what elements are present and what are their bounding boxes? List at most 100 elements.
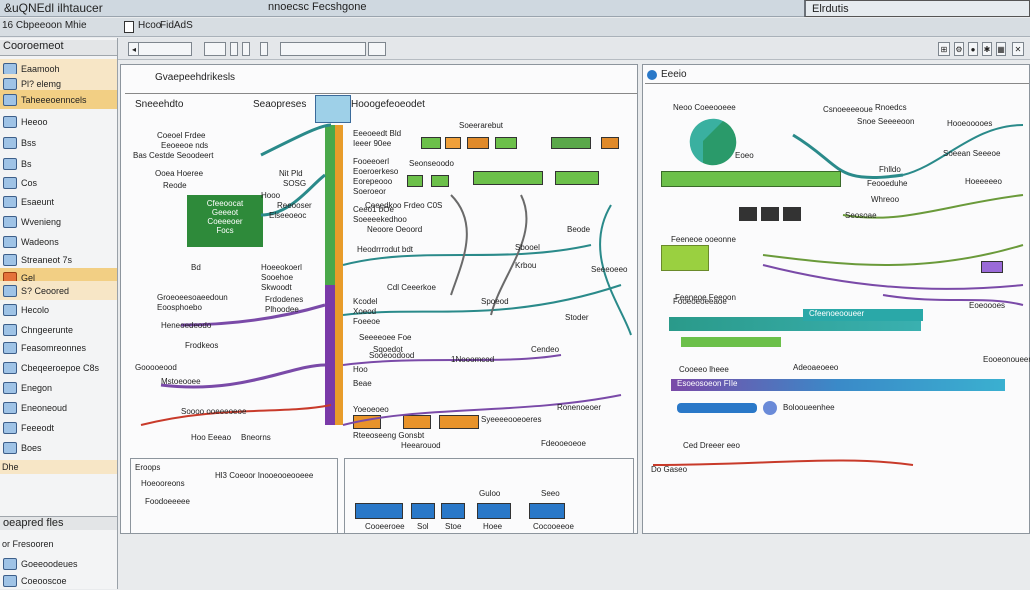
device-icon (3, 574, 17, 587)
toolbar-field-2[interactable] (280, 42, 366, 56)
bar-green-1[interactable] (661, 171, 841, 187)
chip-green-7[interactable] (555, 171, 599, 185)
label-44: Ronenoeoer (557, 403, 602, 412)
label-13: Seonseoodo (409, 159, 454, 168)
sidebar-item-2[interactable]: Bs (0, 154, 117, 173)
toolbar-btn-3[interactable] (242, 42, 250, 56)
gear-icon[interactable]: ✱ (982, 42, 992, 56)
chip-dark-2[interactable] (761, 207, 779, 221)
chip-blue-3[interactable] (441, 503, 465, 519)
label-32: Foeeoe (353, 317, 381, 326)
toolbar-field[interactable] (138, 42, 192, 56)
sidebar-item-9[interactable]: Chngeerunte (0, 320, 117, 339)
sidebar-item-5[interactable]: Wvenieng (0, 212, 117, 231)
sidebar-item-12[interactable]: Enegon (0, 378, 117, 397)
connector-block[interactable] (315, 95, 351, 123)
chip-green-2[interactable] (495, 137, 517, 149)
chip-orange-4[interactable] (353, 415, 381, 429)
sidebar-item-13[interactable]: Eneoneoud (0, 398, 117, 417)
chip-orange-3[interactable] (601, 137, 619, 149)
sidebar-item-10[interactable]: Feasomreonnes (0, 338, 117, 357)
folder-icon (3, 93, 17, 106)
sidebar-item-label: Wvenieng (21, 216, 62, 227)
title-right-box[interactable]: Elrdutis (804, 0, 1030, 17)
sidebar-item-14[interactable]: Feeeodt (0, 418, 117, 437)
sidebar-item-1[interactable]: Bss (0, 133, 117, 152)
label-19: Sbooel (515, 243, 540, 252)
label-22: Sooehoe (261, 273, 294, 282)
chip-blue-2[interactable] (411, 503, 435, 519)
label-18: Beode (567, 225, 591, 234)
chip-green-5[interactable] (431, 175, 449, 187)
chip-dark-3[interactable] (783, 207, 801, 221)
b-label-10: Cocooeeoe (533, 522, 574, 531)
note-1: Reeooser (277, 201, 312, 210)
grid-icon[interactable]: ▦ (996, 42, 1006, 56)
r-label-18: Bolooueenhee (783, 403, 835, 412)
col2-header: Seaopreses (253, 99, 307, 110)
toolbar-btn-5[interactable] (368, 42, 386, 56)
sidebar-item-label: Dhe (2, 462, 19, 472)
chip-orange-6[interactable] (439, 415, 479, 429)
chip-blue-5[interactable] (529, 503, 565, 519)
green-module[interactable]: Cfeeoocat Geeeot Coeeeoer Focs (187, 195, 263, 247)
menu-label[interactable]: nnoecsc Fecshgone (268, 1, 366, 13)
label-49: Seeeoeeo (591, 265, 628, 274)
zoom-icon[interactable]: ⊞ (938, 42, 950, 56)
toolbar-btn-4[interactable] (260, 42, 268, 56)
tab-hcoo[interactable]: Hcoo (138, 20, 161, 31)
chip-green-1[interactable] (421, 137, 441, 149)
row-4: Seeeeoee Foe (359, 333, 412, 342)
tab-fidads[interactable]: FidAdS (160, 20, 193, 31)
sidebar-group-1[interactable]: S? Ceoored (0, 281, 117, 300)
bar-green-3[interactable] (681, 337, 781, 347)
label-3: Ooea Hoeree (155, 169, 204, 178)
circle-icon[interactable]: ● (968, 42, 978, 56)
sidebar-item-8[interactable]: Hecolo (0, 300, 117, 319)
toolbar-btn-1[interactable] (204, 42, 226, 56)
chip-blue-1[interactable] (355, 503, 403, 519)
label-12: Soeroeor (353, 187, 386, 196)
sidebar-item-6[interactable]: Wadeons (0, 232, 117, 251)
chip-purple-1[interactable] (981, 261, 1003, 273)
sidebar-header: Cooroemeot (0, 40, 117, 56)
node-blue[interactable] (763, 401, 777, 415)
chip-green-3[interactable] (551, 137, 591, 149)
toolbar-btn-2[interactable] (230, 42, 238, 56)
label-41: Soooo ooeeeoeoe (181, 407, 247, 416)
chip-green-6[interactable] (473, 171, 543, 185)
chip-orange-5[interactable] (403, 415, 431, 429)
device-icon (3, 441, 17, 454)
sidebar-footer-2[interactable]: or Fresooren (0, 534, 117, 553)
teal-label: Cfeenoeooueer (803, 309, 923, 321)
label-47: Fdeooeoeoe (541, 439, 586, 448)
sidebar-footer-4[interactable]: Coeooscoe (0, 571, 117, 590)
sidebar-item-15[interactable]: Boes (0, 438, 117, 457)
app-title: &uQNEdl ilhtaucer (4, 1, 103, 15)
chip-dark-1[interactable] (739, 207, 757, 221)
chip-green-4[interactable] (407, 175, 423, 187)
sidebar-item-0[interactable]: Heeoo (0, 112, 117, 131)
settings-icon[interactable]: ⚙ (954, 42, 964, 56)
chip-orange-2[interactable] (467, 137, 489, 149)
sidebar-footer-1[interactable]: oeapred fles (0, 516, 117, 530)
sidebar-item-7[interactable]: Streaneot 7s (0, 250, 117, 269)
sidebar-item-label: Pl? elemg (21, 78, 62, 89)
doc-icon[interactable] (124, 21, 134, 33)
chip-orange-1[interactable] (445, 137, 461, 149)
label-7: Eeeoeedt Bld (353, 129, 402, 138)
sidebar-item-top-2[interactable]: Taheeeoenncels (0, 90, 117, 109)
sidebar-item-11[interactable]: Cbeqeeroepoe C8s (0, 358, 117, 377)
sidebar-footer-0[interactable]: Dhe (0, 460, 117, 474)
sidebar-item-3[interactable]: Cos (0, 173, 117, 192)
sidebar-item-label: Boes (21, 442, 42, 453)
device-icon (3, 136, 17, 149)
sidebar-item-label: Coeooscoe (21, 575, 67, 586)
chip-blue-4[interactable] (477, 503, 511, 519)
close-icon[interactable]: ✕ (1012, 42, 1024, 56)
bar-green-2[interactable] (661, 245, 709, 271)
tab-strip: 16 Cbpeeoon Mhie Hcoo FidAdS (0, 18, 1030, 37)
sidebar-item-4[interactable]: Esaeunt (0, 192, 117, 211)
bar-blue-1[interactable] (677, 403, 757, 413)
col1-header: Sneeehdto (135, 99, 184, 110)
